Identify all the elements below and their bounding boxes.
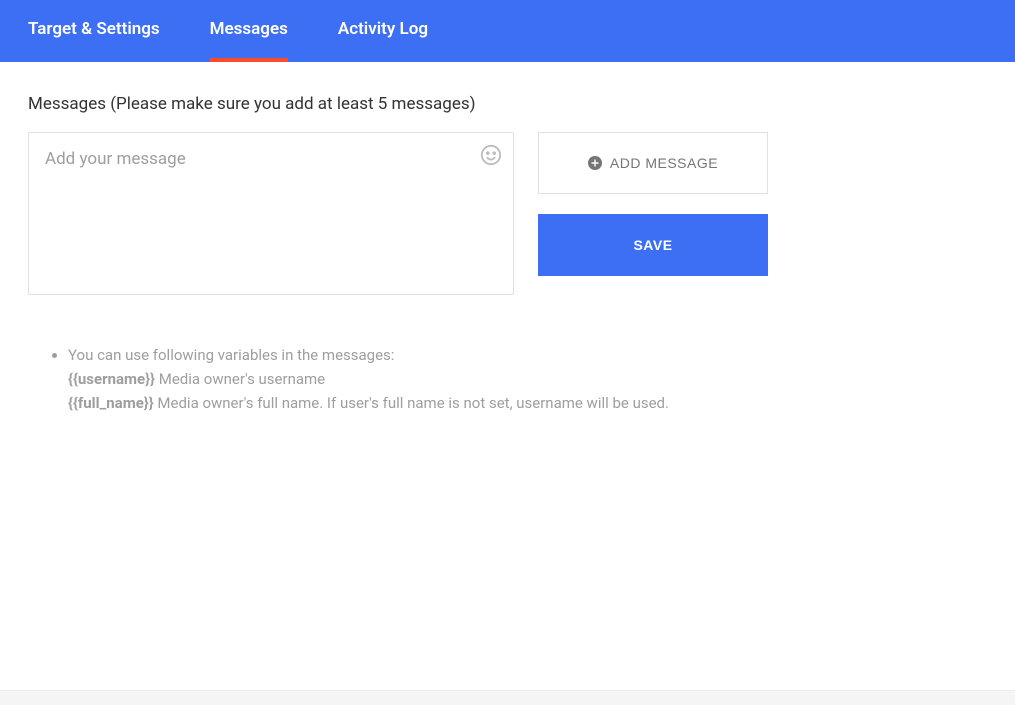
save-button[interactable]: SAVE	[538, 214, 768, 276]
message-input[interactable]	[28, 132, 514, 295]
content-area: Messages (Please make sure you add at le…	[0, 62, 1015, 447]
help-item: You can use following variables in the m…	[68, 343, 987, 415]
help-var1-desc: Media owner's username	[155, 370, 325, 388]
right-column: ADD MESSAGE SAVE	[538, 132, 768, 276]
message-input-wrap	[28, 132, 514, 299]
emoji-icon[interactable]	[480, 144, 502, 166]
section-title: Messages (Please make sure you add at le…	[28, 94, 987, 114]
add-message-button[interactable]: ADD MESSAGE	[538, 132, 768, 194]
tab-target-settings[interactable]: Target & Settings	[28, 0, 160, 62]
help-var2-name: {{full_name}}	[68, 394, 154, 412]
help-list: You can use following variables in the m…	[28, 343, 987, 415]
add-message-label: ADD MESSAGE	[610, 155, 718, 171]
plus-circle-icon	[588, 156, 602, 170]
help-intro: You can use following variables in the m…	[68, 346, 394, 364]
help-var1-name: {{username}}	[68, 370, 155, 388]
help-var2-desc: Media owner's full name. If user's full …	[154, 394, 669, 412]
tab-messages[interactable]: Messages	[210, 0, 288, 62]
header-tabs: Target & Settings Messages Activity Log	[0, 0, 1015, 62]
footer-separator	[0, 690, 1015, 705]
form-row: ADD MESSAGE SAVE	[28, 132, 987, 299]
tab-activity-log[interactable]: Activity Log	[338, 0, 428, 62]
